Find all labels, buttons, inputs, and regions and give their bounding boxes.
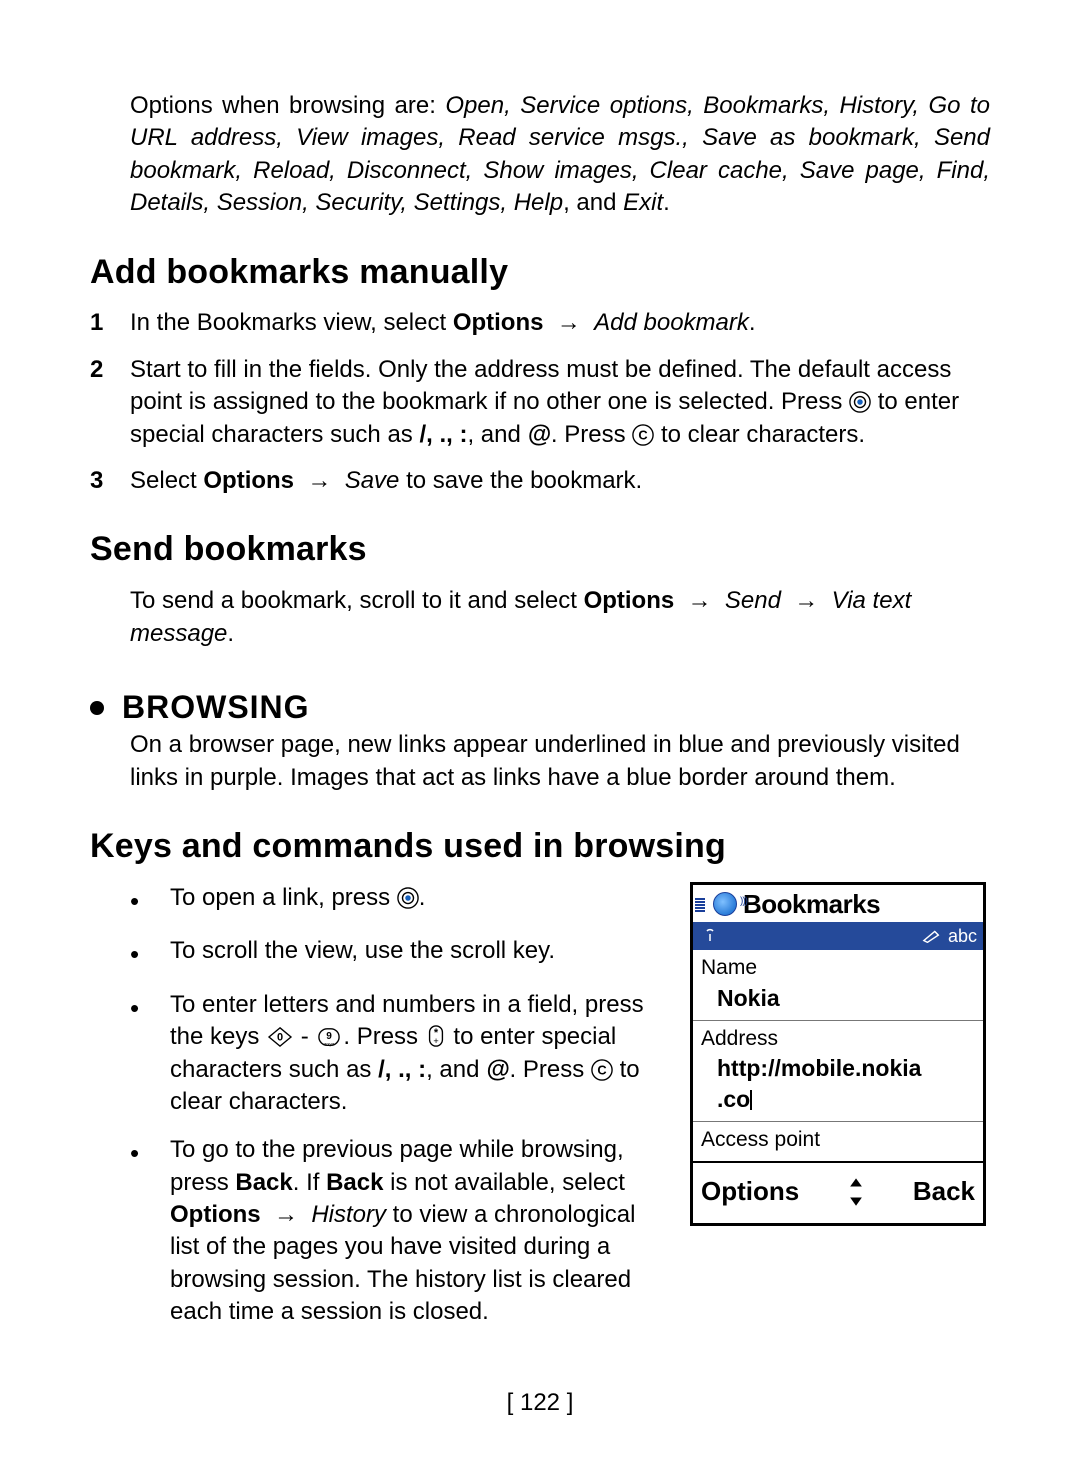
input-mode-indicator: abc bbox=[948, 924, 977, 948]
send-label: Send bbox=[725, 587, 781, 614]
bullet-icon bbox=[130, 935, 170, 972]
heading-add-bookmarks: Add bookmarks manually bbox=[90, 250, 990, 296]
bullet1-body: To open a link, press . bbox=[170, 882, 670, 919]
nav-key-icon bbox=[397, 887, 419, 909]
add-bookmarks-steps: 1 In the Bookmarks view, select Options … bbox=[90, 307, 990, 497]
history-label: History bbox=[311, 1201, 386, 1228]
step-number: 2 bbox=[90, 354, 130, 451]
save-label: Save bbox=[345, 467, 400, 494]
step1-body: In the Bookmarks view, select Options → … bbox=[130, 307, 990, 339]
step2-body: Start to fill in the fields. Only the ad… bbox=[130, 354, 990, 451]
phone-screenshot: Bookmarks abc Name Nokia Address bbox=[690, 882, 986, 1226]
bullet-icon bbox=[130, 989, 170, 1119]
page-number: [ 122 ] bbox=[90, 1387, 990, 1419]
options-label: Options bbox=[584, 587, 675, 614]
phone-row-name: Name Nokia bbox=[693, 950, 983, 1019]
bullet4-body-top: To go to the previous page while browsin… bbox=[170, 1134, 670, 1328]
phone-titlebar: Bookmarks bbox=[693, 885, 983, 922]
special-chars: /, ., : bbox=[378, 1056, 426, 1083]
key-9-icon bbox=[315, 1026, 343, 1048]
step3-body: Select Options → Save to save the bookma… bbox=[130, 465, 990, 497]
step-number: 3 bbox=[90, 465, 130, 497]
phone-title: Bookmarks bbox=[743, 887, 880, 922]
at-char: @ bbox=[486, 1056, 509, 1083]
intro-lead: Options when browsing are: bbox=[130, 92, 445, 119]
signal-bars-icon bbox=[693, 896, 707, 912]
add-bookmark-label: Add bookmark bbox=[594, 309, 749, 336]
section-heading-browsing: BROWSING bbox=[90, 686, 990, 729]
softkey-left[interactable]: Options bbox=[701, 1174, 799, 1209]
special-chars: /, ., : bbox=[419, 421, 467, 448]
heading-send-bookmarks: Send bookmarks bbox=[90, 527, 990, 573]
key-star-icon bbox=[425, 1024, 447, 1048]
name-value: Nokia bbox=[701, 983, 975, 1014]
options-label: Options bbox=[453, 309, 544, 336]
address-value: http://mobile.nokia .co bbox=[701, 1053, 975, 1115]
phone-row-access-point: Access point bbox=[693, 1121, 983, 1160]
pen-icon bbox=[922, 929, 942, 943]
globe-icon bbox=[713, 892, 737, 916]
browsing-para: On a browser page, new links appear unde… bbox=[130, 729, 990, 794]
address-label: Address bbox=[701, 1025, 975, 1053]
document-page: Options when browsing are: Open, Service… bbox=[90, 0, 990, 1459]
name-label: Name bbox=[701, 954, 975, 982]
access-point-label: Access point bbox=[701, 1126, 975, 1154]
step-number: 1 bbox=[90, 307, 130, 339]
back-label: Back bbox=[235, 1169, 292, 1196]
bullet-icon bbox=[130, 882, 170, 919]
bullet3-body: To enter letters and numbers in a field,… bbox=[170, 989, 670, 1119]
antenna-icon bbox=[699, 924, 916, 948]
options-label: Options bbox=[170, 1201, 261, 1228]
softkey-right[interactable]: Back bbox=[913, 1174, 975, 1209]
heading-browsing: BROWSING bbox=[122, 686, 310, 729]
key-0-icon bbox=[266, 1026, 294, 1048]
browsing-options-intro: Options when browsing are: Open, Service… bbox=[130, 90, 990, 220]
options-label: Options bbox=[203, 467, 294, 494]
keys-commands-list: To open a link, press . To scroll the vi… bbox=[130, 882, 670, 1329]
intro-last-option: Exit bbox=[623, 189, 663, 216]
bullet-icon bbox=[130, 1134, 170, 1328]
softkey-updown-icon[interactable]: ▲▼ bbox=[846, 1173, 866, 1211]
text-cursor bbox=[750, 1090, 752, 1110]
send-bookmarks-para: To send a bookmark, scroll to it and sel… bbox=[130, 585, 990, 650]
phone-statusbar: abc bbox=[693, 922, 983, 950]
phone-row-address: Address http://mobile.nokia .co bbox=[693, 1020, 983, 1121]
phone-softkeys: Options ▲▼ Back bbox=[693, 1161, 983, 1223]
intro-period: . bbox=[663, 189, 670, 216]
bullet2-body: To scroll the view, use the scroll key. bbox=[170, 935, 670, 972]
heading-keys-commands: Keys and commands used in browsing bbox=[90, 824, 990, 870]
nav-key-icon bbox=[849, 391, 871, 413]
bullet-icon bbox=[90, 701, 104, 715]
clear-key-icon bbox=[591, 1059, 613, 1081]
intro-tail: , and bbox=[563, 189, 623, 216]
at-char: @ bbox=[528, 421, 551, 448]
back-label: Back bbox=[326, 1169, 383, 1196]
clear-key-icon bbox=[632, 424, 654, 446]
